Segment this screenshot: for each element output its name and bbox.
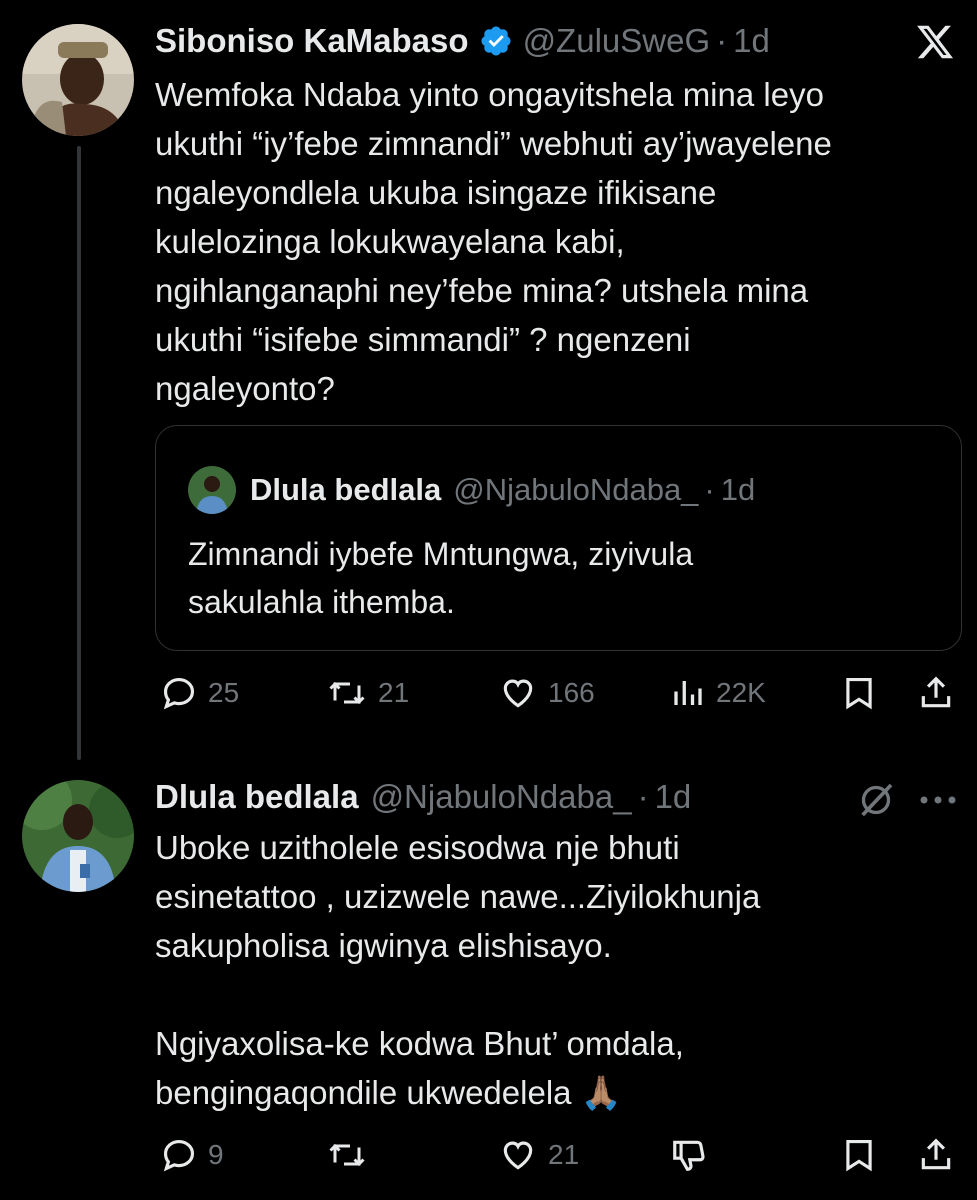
like-button[interactable]: 166 xyxy=(498,674,595,712)
avatar[interactable] xyxy=(22,24,134,136)
verified-badge-icon xyxy=(479,24,513,58)
x-logo-icon[interactable] xyxy=(915,22,955,67)
avatar xyxy=(188,466,236,514)
reply-icon xyxy=(160,1136,198,1174)
quoted-display-name: Dlula bedlala xyxy=(250,472,442,507)
reply-count: 9 xyxy=(208,1139,224,1170)
views-button[interactable]: 22K xyxy=(670,674,766,712)
repost-button[interactable]: 21 xyxy=(326,674,409,712)
like-icon xyxy=(498,1136,538,1174)
separator-dot: · xyxy=(716,22,728,59)
repost-button[interactable] xyxy=(326,1136,368,1174)
bookmark-button[interactable] xyxy=(840,674,878,712)
repost-icon xyxy=(326,1136,368,1174)
share-button[interactable] xyxy=(917,1136,955,1174)
grok-icon[interactable] xyxy=(856,780,896,825)
reply-count: 25 xyxy=(208,677,240,708)
like-count: 21 xyxy=(548,1139,580,1170)
separator-dot: · xyxy=(704,472,715,507)
quoted-tweet-text: Zimnandi iybefe Mntungwa, ziyivula sakul… xyxy=(188,536,694,620)
bookmark-icon xyxy=(840,1136,878,1174)
bookmark-icon xyxy=(840,674,878,712)
username-handle[interactable]: @ZuluSweG xyxy=(523,22,711,60)
tweet-text: Uboke uzitholele esisodwa nje bhuti esin… xyxy=(155,829,761,1111)
tweet-text: Wemfoka Ndaba yinto ongayitshela mina le… xyxy=(155,76,832,407)
quoted-tweet-header: Dlula bedlala @NjabuloNdaba_ · 1d xyxy=(188,466,755,514)
like-button[interactable]: 21 xyxy=(498,1136,579,1174)
like-icon xyxy=(498,674,538,712)
avatar[interactable] xyxy=(22,780,134,892)
repost-count: 21 xyxy=(378,677,410,708)
tweet-header: Dlula bedlala @NjabuloNdaba_ · 1d xyxy=(155,778,691,816)
like-count: 166 xyxy=(548,677,595,708)
repost-icon xyxy=(326,674,368,712)
tweet-action-bar: 25 21 166 22K xyxy=(0,664,977,724)
views-count: 22K xyxy=(716,677,766,708)
reply-button[interactable]: 25 xyxy=(160,674,239,712)
share-icon xyxy=(917,674,955,712)
timestamp[interactable]: 1d xyxy=(733,22,770,60)
quoted-username-handle: @NjabuloNdaba_ xyxy=(453,472,699,507)
tweet-header: Siboniso KaMabaso @ZuluSweG · 1d xyxy=(155,22,770,60)
timestamp[interactable]: 1d xyxy=(655,778,692,816)
more-icon[interactable] xyxy=(918,793,958,812)
tweet-action-bar: 9 21 xyxy=(0,1126,977,1186)
username-handle[interactable]: @NjabuloNdaba_ xyxy=(371,778,632,816)
reply-icon xyxy=(160,674,198,712)
downvote-icon xyxy=(670,1136,708,1174)
reply-button[interactable]: 9 xyxy=(160,1136,224,1174)
downvote-button[interactable] xyxy=(670,1136,708,1174)
share-icon xyxy=(917,1136,955,1174)
views-icon xyxy=(670,674,706,712)
quoted-timestamp: 1d xyxy=(720,472,756,507)
display-name[interactable]: Siboniso KaMabaso xyxy=(155,22,469,60)
bookmark-button[interactable] xyxy=(840,1136,878,1174)
separator-dot: · xyxy=(637,778,649,815)
quoted-tweet-card[interactable]: Dlula bedlala @NjabuloNdaba_ · 1d Zimnan… xyxy=(155,425,962,651)
display-name[interactable]: Dlula bedlala xyxy=(155,778,359,816)
share-button[interactable] xyxy=(917,674,955,712)
